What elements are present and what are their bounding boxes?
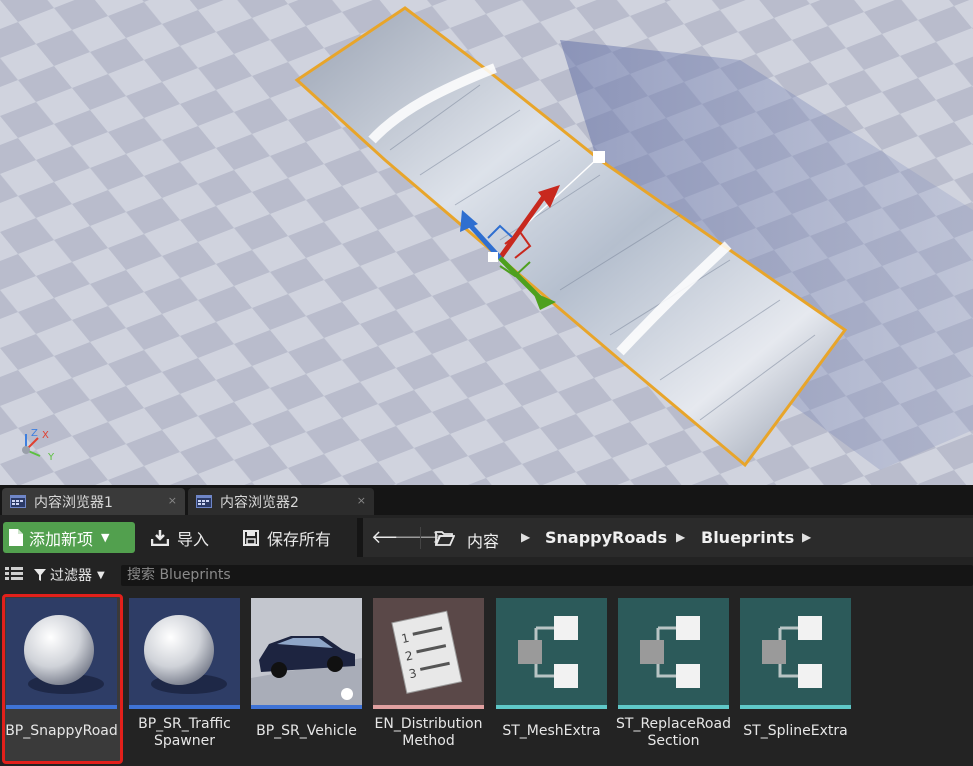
- filter-funnel-icon: [34, 569, 46, 581]
- filter-bar: 过滤器 ▼ 搜索 Blueprints: [0, 560, 973, 588]
- save-icon: [243, 529, 259, 546]
- tab-content-browser-2[interactable]: 内容浏览器2 ×: [188, 488, 374, 515]
- sources-panel-toggle-icon[interactable]: [5, 567, 23, 581]
- tab-label: 内容浏览器2: [220, 494, 299, 511]
- asset-type-bar: [618, 705, 729, 709]
- asset-type-bar: [251, 705, 362, 709]
- axis-orientation-widget: Z X Y: [14, 424, 64, 468]
- asset-thumbnail: [6, 598, 117, 709]
- breadcrumb-item-snappyroads[interactable]: SnappyRoads: [545, 528, 667, 547]
- asset-thumbnail: [496, 598, 607, 709]
- import-icon: [151, 529, 169, 546]
- save-all-label: 保存所有: [267, 529, 332, 549]
- asset-thumbnail: 1 2 3: [373, 598, 484, 709]
- asset-type-bar: [6, 705, 117, 709]
- asset-name: ST_MeshExtra: [502, 723, 601, 739]
- asset-thumbnail: [129, 598, 240, 709]
- asset-name: BP_SnappyRoad: [5, 723, 118, 739]
- axis-y-label: Y: [48, 452, 55, 463]
- asset-type-bar: [740, 705, 851, 709]
- tab-close-icon[interactable]: ×: [168, 494, 177, 507]
- blueprint-sphere-icon: [144, 615, 227, 694]
- enum-list-icon: 1 2 3: [391, 610, 463, 694]
- asset-name: BP_SR_Vehicle: [256, 723, 357, 739]
- struct-icon: [518, 616, 578, 688]
- filters-label: 过滤器: [50, 568, 92, 584]
- breadcrumb-item-blueprints[interactable]: Blueprints: [701, 528, 794, 547]
- level-viewport[interactable]: Z X Y: [0, 0, 973, 485]
- asset-thumbnail: [740, 598, 851, 709]
- breadcrumb-separator-icon[interactable]: ▶: [676, 530, 685, 544]
- filters-dropdown[interactable]: 过滤器 ▼: [34, 565, 105, 585]
- tab-content-browser-1[interactable]: 内容浏览器1 ×: [2, 488, 185, 515]
- add-new-button[interactable]: 添加新项 ▼: [3, 522, 135, 553]
- chevron-down-icon: ▼: [97, 569, 105, 581]
- axis-z-label: Z: [31, 428, 38, 439]
- struct-icon: [762, 616, 822, 688]
- folder-open-icon: [435, 531, 455, 546]
- new-document-icon: [9, 529, 23, 546]
- asset-name: ST_ReplaceRoad Section: [616, 716, 731, 749]
- import-label: 导入: [177, 529, 210, 549]
- search-input[interactable]: 搜索 Blueprints: [121, 565, 973, 586]
- asset-grid: BP_SnappyRoad BP_SR_Traffic Spawner BP_S…: [0, 588, 973, 766]
- blueprint-sphere-icon: [24, 615, 104, 694]
- chevron-down-icon: ▼: [101, 531, 110, 544]
- tab-close-icon[interactable]: ×: [357, 494, 366, 507]
- breadcrumb-root[interactable]: 内容: [467, 528, 499, 552]
- breadcrumb-separator-icon[interactable]: ▶: [802, 530, 811, 544]
- content-browser-panel: 内容浏览器1 × 内容浏览器2 × 添加新项 ▼ 导入 保存所有 🡐 🡒 内容 …: [0, 485, 973, 766]
- asset-type-bar: [373, 705, 484, 709]
- asset-type-bar: [129, 705, 240, 709]
- breadcrumb: 🡐 🡒 内容 ▶ SnappyRoads ▶ Blueprints ▶: [363, 518, 973, 557]
- asset-name: ST_SplineExtra: [743, 723, 848, 739]
- add-new-label: 添加新项: [29, 529, 94, 549]
- asset-name: EN_Distribution Method: [374, 716, 483, 749]
- asset-name: BP_SR_Traffic Spawner: [138, 716, 231, 749]
- asset-type-bar: [496, 705, 607, 709]
- breadcrumb-divider: [420, 527, 421, 549]
- content-browser-icon: [196, 495, 212, 508]
- tab-bar: 内容浏览器1 × 内容浏览器2 ×: [0, 485, 973, 515]
- asset-thumbnail: [618, 598, 729, 709]
- struct-icon: [640, 616, 700, 688]
- content-browser-toolbar: 添加新项 ▼ 导入 保存所有 🡐 🡒 内容 ▶ SnappyRoads ▶ Bl…: [0, 515, 973, 560]
- content-browser-icon: [10, 495, 26, 508]
- asset-thumbnail: [251, 598, 362, 709]
- spline-point-handle: [593, 151, 605, 163]
- breadcrumb-separator-icon[interactable]: ▶: [521, 530, 530, 544]
- import-button[interactable]: 导入: [151, 522, 209, 553]
- tab-label: 内容浏览器1: [34, 494, 113, 511]
- viewport-scene: [0, 0, 973, 485]
- car-icon: [251, 598, 362, 709]
- save-all-button[interactable]: 保存所有: [243, 522, 331, 553]
- axis-x-label: X: [42, 430, 49, 441]
